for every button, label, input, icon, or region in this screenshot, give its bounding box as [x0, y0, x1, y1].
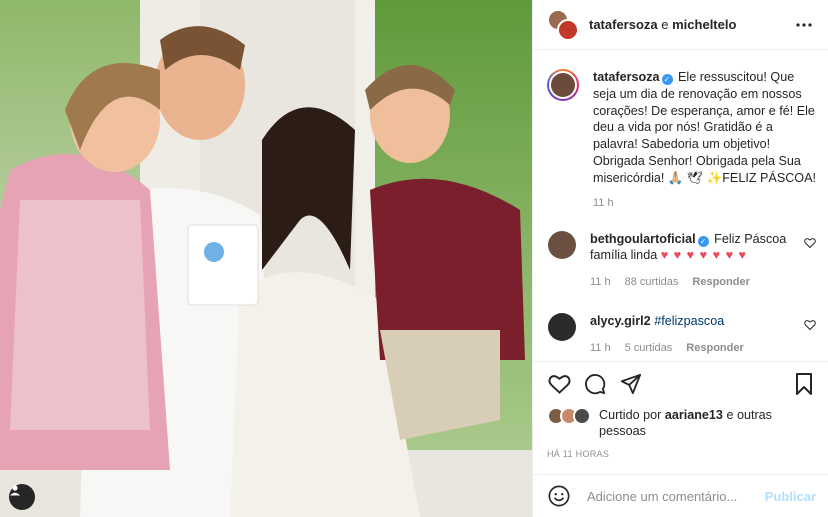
likes-summary[interactable]: Curtido por aariane13 e outras pessoas	[547, 407, 816, 439]
post-authors: tatafersoza e micheltelo	[589, 17, 792, 32]
family-photo-illustration	[0, 0, 532, 517]
likes-prefix: Curtido por	[599, 408, 662, 422]
caption-time[interactable]: 11 h	[593, 197, 816, 209]
comment-bubble-icon[interactable]	[583, 372, 607, 396]
user-tag-icon[interactable]	[9, 484, 35, 510]
comments-list[interactable]: tatafersoza ✓ Ele ressuscitou! Que seja u…	[533, 51, 828, 360]
post-photo[interactable]	[0, 0, 532, 517]
like-heart-icon[interactable]	[547, 372, 571, 396]
comment-item: bethgoulartoficial ✓ Feliz Páscoa família…	[547, 230, 816, 291]
comment-username[interactable]: alycy.girl2	[590, 314, 651, 328]
comment-item: alycy.girl2 #felizpascoa 11 h 5 curtidas…	[547, 312, 816, 357]
avatar	[557, 18, 579, 41]
comment-username[interactable]: bethgoulartoficial	[590, 232, 696, 246]
share-paper-plane-icon[interactable]	[619, 372, 643, 396]
instagram-post-modal: tatafersoza e micheltelo tatafersoza ✓ El…	[0, 0, 828, 517]
author-link[interactable]: micheltelo	[672, 17, 736, 32]
author-separator: e	[661, 17, 669, 32]
author-link[interactable]: tatafersoza	[589, 17, 658, 32]
like-comment-heart-icon[interactable]	[804, 237, 816, 251]
avatar[interactable]	[548, 230, 576, 259]
post-actions	[533, 361, 828, 405]
emoji-icon[interactable]	[547, 484, 571, 508]
caption: tatafersoza ✓ Ele ressuscitou! Que seja u…	[547, 51, 816, 209]
caption-text: Ele ressuscitou! Que seja um dia de reno…	[593, 70, 817, 185]
comment-input[interactable]	[587, 488, 765, 504]
avatar[interactable]	[548, 312, 576, 341]
post-timestamp[interactable]: HÁ 11 HORAS	[547, 449, 609, 459]
likers-avatars	[547, 407, 595, 427]
save-bookmark-icon[interactable]	[792, 372, 816, 396]
post-header: tatafersoza e micheltelo	[533, 0, 828, 50]
reply-button[interactable]: Responder	[692, 274, 749, 291]
caption-username[interactable]: tatafersoza	[593, 70, 660, 84]
collab-avatars[interactable]	[547, 8, 579, 41]
add-comment-bar: Publicar	[533, 474, 828, 517]
liker-username[interactable]: aariane13	[665, 408, 723, 422]
verified-badge-icon: ✓	[697, 235, 709, 247]
comment-likes[interactable]: 88 curtidas	[625, 274, 679, 291]
like-comment-heart-icon[interactable]	[804, 319, 816, 333]
more-horizontal-icon[interactable]	[792, 13, 816, 37]
avatar	[573, 407, 591, 425]
comment-likes[interactable]: 5 curtidas	[625, 340, 673, 357]
publish-button[interactable]: Publicar	[765, 489, 816, 504]
comment-hearts: ♥ ♥ ♥ ♥ ♥ ♥ ♥	[660, 248, 748, 263]
verified-badge-icon: ✓	[661, 74, 673, 85]
comment-time[interactable]: 11 h	[590, 274, 611, 291]
avatar[interactable]	[547, 69, 579, 101]
comment-time[interactable]: 11 h	[590, 340, 611, 357]
post-sidebar: tatafersoza e micheltelo tatafersoza ✓ El…	[532, 0, 828, 517]
hashtag-link[interactable]: #felizpascoa	[654, 314, 724, 328]
reply-button[interactable]: Responder	[686, 340, 743, 357]
